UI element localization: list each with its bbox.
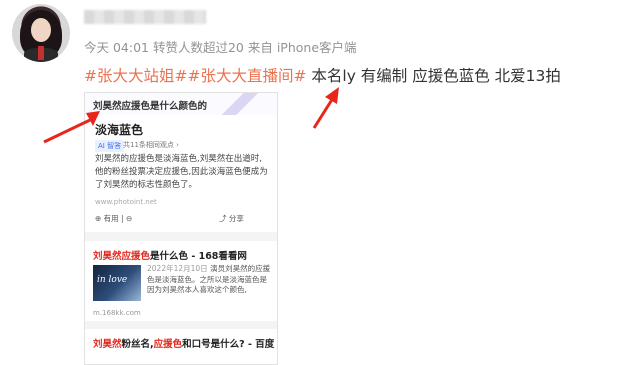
annotation-arrows [43,87,339,144]
arrow-left-icon [43,111,100,144]
arrow-right-icon [312,87,339,129]
